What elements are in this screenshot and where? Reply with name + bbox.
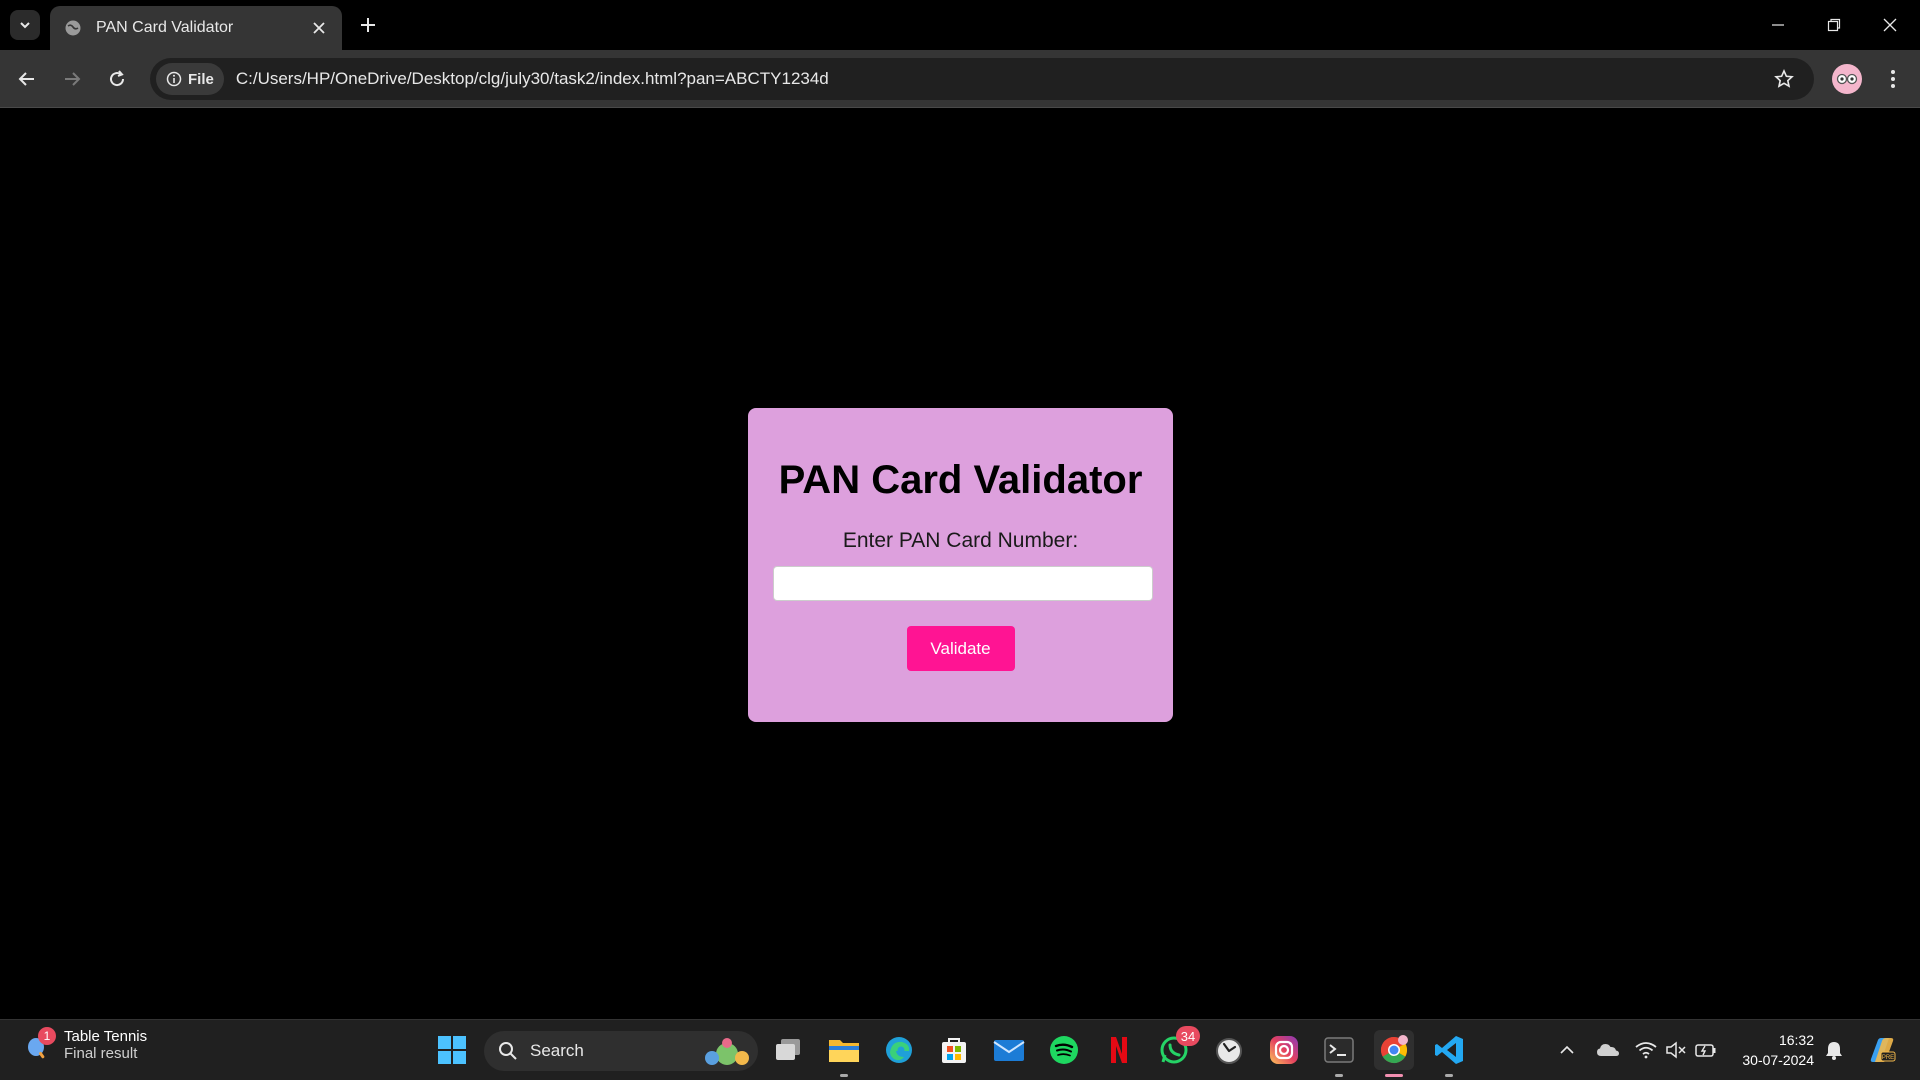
tab-title: PAN Card Validator	[96, 19, 234, 36]
battery-charging-icon[interactable]	[1694, 1038, 1718, 1062]
running-indicator	[1445, 1074, 1453, 1077]
profile-glasses-icon	[1836, 73, 1858, 85]
copilot-icon[interactable]: PRE	[1866, 1034, 1898, 1066]
instagram-icon[interactable]	[1264, 1030, 1304, 1070]
widget-subtitle: Final result	[64, 1045, 138, 1062]
site-info-chip[interactable]: File	[156, 63, 224, 95]
windows-start-icon[interactable]	[432, 1030, 472, 1070]
bookmark-button[interactable]	[1772, 67, 1796, 91]
mail-icon[interactable]	[989, 1030, 1029, 1070]
browser-tab[interactable]: PAN Card Validator	[50, 6, 342, 50]
close-icon	[1883, 18, 1897, 32]
browser-tab-strip: PAN Card Validator	[0, 0, 1920, 50]
reload-button[interactable]	[102, 64, 132, 94]
search-label: Search	[530, 1041, 584, 1060]
arrow-left-icon	[18, 72, 34, 86]
restore-button[interactable]	[1814, 8, 1854, 42]
chevron-up-icon	[1560, 1045, 1574, 1054]
running-indicator-active	[1385, 1074, 1403, 1077]
netflix-icon[interactable]	[1099, 1030, 1139, 1070]
search-icon	[499, 1042, 517, 1060]
close-tab-icon[interactable]	[310, 19, 328, 37]
back-button[interactable]	[12, 64, 42, 94]
plus-icon	[361, 18, 375, 32]
clock-date: 30-07-2024	[1742, 1052, 1814, 1068]
profile-avatar[interactable]	[1832, 64, 1862, 94]
arrow-right-icon	[65, 72, 81, 86]
star-icon	[1774, 69, 1794, 88]
address-bar[interactable]: File C:/Users/HP/OneDrive/Desktop/clg/ju…	[150, 58, 1814, 100]
browser-toolbar: File C:/Users/HP/OneDrive/Desktop/clg/ju…	[0, 50, 1920, 108]
close-window-button[interactable]	[1870, 8, 1910, 42]
task-view-icon[interactable]	[768, 1030, 808, 1070]
site-info-label: File	[188, 70, 214, 88]
url-text[interactable]: C:/Users/HP/OneDrive/Desktop/clg/july30/…	[236, 69, 1772, 89]
new-tab-button[interactable]	[355, 12, 381, 38]
widget-badge: 1	[38, 1027, 56, 1045]
clock-app-icon[interactable]	[1209, 1030, 1249, 1070]
pan-input-label: Enter PAN Card Number:	[842, 529, 1079, 552]
vscode-icon[interactable]	[1429, 1030, 1469, 1077]
show-hidden-icons-button[interactable]	[1555, 1038, 1579, 1062]
spotify-icon[interactable]	[1044, 1030, 1084, 1070]
file-explorer-icon[interactable]	[824, 1030, 864, 1077]
validator-card: PAN Card Validator Enter PAN Card Number…	[748, 408, 1173, 722]
volume-muted-icon[interactable]	[1664, 1038, 1688, 1062]
restore-icon	[1827, 18, 1841, 32]
onedrive-icon[interactable]	[1596, 1038, 1620, 1062]
tab-search-button[interactable]	[10, 10, 40, 40]
validate-button[interactable]: Validate	[906, 626, 1015, 671]
clock-time: 16:32	[1778, 1032, 1814, 1048]
microsoft-store-icon[interactable]	[934, 1030, 974, 1070]
page-title: PAN Card Validator	[778, 458, 1143, 502]
news-widget[interactable]: 1 Table Tennis Final result	[24, 1027, 148, 1062]
minimize-button[interactable]	[1758, 8, 1798, 42]
notification-bell-icon[interactable]	[1822, 1038, 1846, 1062]
whatsapp-badge: 34	[1176, 1026, 1200, 1046]
running-indicator	[1335, 1074, 1343, 1077]
chevron-down-icon	[20, 22, 30, 29]
system-clock[interactable]: 16:32 30-07-2024	[1732, 1030, 1814, 1070]
chrome-icon[interactable]	[1374, 1030, 1414, 1077]
minimize-icon	[1772, 24, 1784, 26]
taskbar-search[interactable]: Search	[484, 1031, 758, 1071]
globe-icon	[65, 20, 81, 36]
reload-icon	[110, 70, 125, 87]
whatsapp-icon[interactable]: 34	[1154, 1026, 1200, 1070]
info-icon	[166, 71, 182, 87]
svg-text:PRE: PRE	[1882, 1055, 1894, 1061]
widget-title: Table Tennis	[64, 1028, 148, 1045]
ping-pong-icon: 1	[24, 1027, 56, 1060]
search-highlight-icon	[705, 1038, 749, 1065]
pan-input[interactable]	[773, 566, 1153, 601]
taskbar: 1 Table Tennis Final result Search 34 16…	[0, 1019, 1920, 1080]
forward-button[interactable]	[57, 64, 87, 94]
running-indicator	[840, 1074, 848, 1077]
wifi-icon[interactable]	[1634, 1038, 1658, 1062]
browser-menu-button[interactable]	[1878, 64, 1908, 94]
edge-icon[interactable]	[879, 1030, 919, 1070]
more-vertical-icon	[1891, 70, 1895, 88]
page-viewport: PAN Card Validator Enter PAN Card Number…	[0, 109, 1920, 1019]
terminal-icon[interactable]	[1319, 1030, 1359, 1077]
